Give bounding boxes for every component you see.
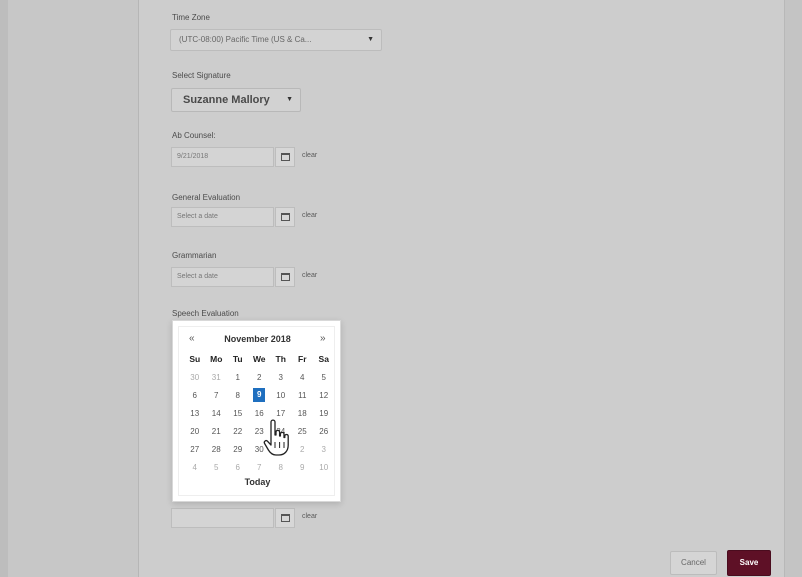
weekday-label: Mo xyxy=(210,354,223,364)
signature-label: Select Signature xyxy=(172,71,231,80)
grammarian-clear-link[interactable]: clear xyxy=(302,272,317,279)
weekday-label: Sa xyxy=(318,354,329,364)
day-cell[interactable]: 21 xyxy=(206,422,228,440)
day-cell[interactable]: 6 xyxy=(227,458,249,476)
weekday-header-row: Su Mo Tu We Th Fr Sa xyxy=(184,350,335,368)
calendar-icon xyxy=(280,153,290,161)
signature-select[interactable]: Suzanne Mallory ▼ xyxy=(171,88,301,112)
caret-down-icon: ▼ xyxy=(367,36,374,43)
general-evaluation-clear-link[interactable]: clear xyxy=(302,212,317,219)
time-zone-value: (UTC-08:00) Pacific Time (US & Ca... xyxy=(179,35,312,44)
speech-evaluation-date-input[interactable] xyxy=(171,508,274,528)
day-cell[interactable]: 30 xyxy=(184,368,206,386)
week-row: 27 28 29 30 1 2 3 xyxy=(184,440,335,458)
day-cell[interactable]: 11 xyxy=(292,386,314,404)
weekday-label: Th xyxy=(275,354,286,364)
save-button[interactable]: Save xyxy=(727,550,771,576)
weekday-label: Fr xyxy=(298,354,307,364)
day-cell[interactable]: 10 xyxy=(270,386,292,404)
ab-counsel-date-input[interactable]: 9/21/2018 xyxy=(171,147,274,167)
general-evaluation-label: General Evaluation xyxy=(172,193,241,202)
day-cell[interactable]: 31 xyxy=(206,368,228,386)
datepicker-grid: Su Mo Tu We Th Fr Sa 30 31 1 2 3 4 5 6 7 xyxy=(184,350,335,476)
today-button[interactable]: Today xyxy=(173,477,342,487)
day-cell[interactable]: 9 xyxy=(292,458,314,476)
weekday-label: Su xyxy=(189,354,201,364)
scrollbar[interactable] xyxy=(784,0,802,577)
grammarian-label: Grammarian xyxy=(172,251,217,260)
datepicker-header: « November 2018 » xyxy=(173,333,342,347)
week-row: 20 21 22 23 24 25 26 xyxy=(184,422,335,440)
ab-counsel-clear-link[interactable]: clear xyxy=(302,152,317,159)
day-cell[interactable]: 8 xyxy=(270,458,292,476)
weekday-label: We xyxy=(252,354,266,364)
week-row: 30 31 1 2 3 4 5 xyxy=(184,368,335,386)
day-cell[interactable]: 7 xyxy=(249,458,271,476)
datepicker-month-title[interactable]: November 2018 xyxy=(173,334,342,344)
left-panel xyxy=(8,0,139,577)
day-cell[interactable]: 3 xyxy=(270,368,292,386)
day-cell[interactable]: 5 xyxy=(206,458,228,476)
day-cell[interactable]: 10 xyxy=(313,458,335,476)
selected-day-cell[interactable]: 9 xyxy=(249,386,271,404)
week-row: 6 7 8 9 10 11 12 xyxy=(184,386,335,404)
grammarian-date-input[interactable]: Select a date xyxy=(171,267,274,287)
day-cell[interactable]: 5 xyxy=(313,368,335,386)
day-cell[interactable]: 7 xyxy=(206,386,228,404)
day-cell[interactable]: 4 xyxy=(292,368,314,386)
day-cell[interactable]: 4 xyxy=(184,458,206,476)
day-cell[interactable]: 6 xyxy=(184,386,206,404)
next-month-button[interactable]: » xyxy=(320,333,326,344)
day-cell[interactable]: 12 xyxy=(313,386,335,404)
speech-evaluation-label: Speech Evaluation xyxy=(172,309,239,318)
day-cell[interactable]: 26 xyxy=(313,422,335,440)
day-cell[interactable]: 2 xyxy=(249,368,271,386)
calendar-icon xyxy=(280,273,290,281)
ab-counsel-calendar-button[interactable] xyxy=(275,147,295,167)
day-cell[interactable]: 8 xyxy=(227,386,249,404)
day-cell[interactable]: 14 xyxy=(206,404,228,422)
time-zone-label: Time Zone xyxy=(172,13,210,22)
weekday-label: Tu xyxy=(232,354,243,364)
day-cell[interactable]: 2 xyxy=(292,440,314,458)
calendar-icon xyxy=(280,514,290,522)
week-row: 4 5 6 7 8 9 10 xyxy=(184,458,335,476)
datepicker: « November 2018 » Su Mo Tu We Th Fr Sa 3… xyxy=(172,320,341,502)
cancel-button[interactable]: Cancel xyxy=(670,551,717,575)
grammarian-calendar-button[interactable] xyxy=(275,267,295,287)
general-evaluation-date-input[interactable]: Select a date xyxy=(171,207,274,227)
day-cell[interactable]: 28 xyxy=(206,440,228,458)
signature-value: Suzanne Mallory xyxy=(183,94,270,106)
day-cell[interactable]: 29 xyxy=(227,440,249,458)
left-edge xyxy=(0,0,8,577)
ab-counsel-label: Ab Counsel: xyxy=(172,131,216,140)
hand-pointer-icon xyxy=(263,419,289,456)
day-cell[interactable]: 19 xyxy=(313,404,335,422)
day-cell[interactable]: 1 xyxy=(227,368,249,386)
calendar-icon xyxy=(280,213,290,221)
day-cell[interactable]: 22 xyxy=(227,422,249,440)
speech-evaluation-calendar-button[interactable] xyxy=(275,508,295,528)
day-cell[interactable]: 13 xyxy=(184,404,206,422)
speech-evaluation-clear-link[interactable]: clear xyxy=(302,513,317,520)
caret-down-icon: ▼ xyxy=(286,96,293,103)
day-cell[interactable]: 18 xyxy=(292,404,314,422)
time-zone-select[interactable]: (UTC-08:00) Pacific Time (US & Ca... ▼ xyxy=(170,29,382,51)
day-cell[interactable]: 27 xyxy=(184,440,206,458)
day-cell[interactable]: 15 xyxy=(227,404,249,422)
day-cell[interactable]: 20 xyxy=(184,422,206,440)
general-evaluation-calendar-button[interactable] xyxy=(275,207,295,227)
selected-day: 9 xyxy=(253,388,266,402)
day-cell[interactable]: 3 xyxy=(313,440,335,458)
day-cell[interactable]: 25 xyxy=(292,422,314,440)
week-row: 13 14 15 16 17 18 19 xyxy=(184,404,335,422)
